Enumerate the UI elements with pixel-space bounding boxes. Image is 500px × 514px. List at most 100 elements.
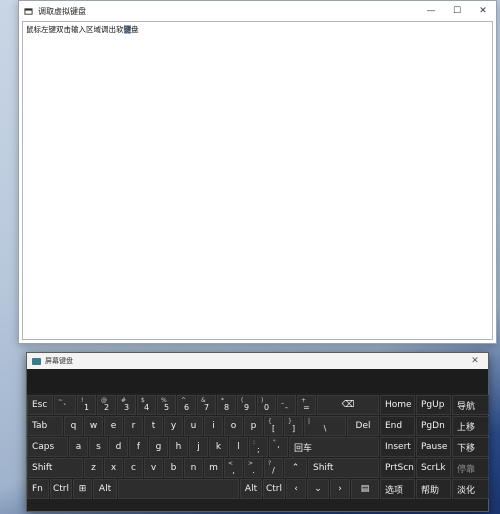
key-4[interactable]: $4 [137, 395, 156, 415]
key-insert[interactable]: Insert [380, 437, 415, 457]
key-fade[interactable]: 淡化 [452, 479, 489, 499]
key-alt-left[interactable]: Alt [93, 479, 117, 499]
key-up[interactable]: ⌃ [284, 458, 307, 478]
key-5[interactable]: % 5 [157, 395, 176, 415]
key-move-up[interactable]: 上移 [452, 416, 489, 436]
key-label: j [197, 442, 200, 452]
key-label: 8 [223, 403, 230, 412]
key-end[interactable]: End [380, 416, 415, 436]
key-nav[interactable]: 导航 [452, 395, 489, 415]
key-p[interactable]: p [244, 416, 263, 436]
key-u[interactable]: u [184, 416, 203, 436]
key-2[interactable]: @2 [97, 395, 116, 415]
key-h[interactable]: h [169, 437, 188, 457]
key-7[interactable]: & 7 [197, 395, 216, 415]
key-backtick[interactable]: ~ ` [54, 395, 76, 415]
key-label: 0 [263, 403, 270, 412]
key-move-down[interactable]: 下移 [452, 437, 489, 457]
key-label: Del [355, 421, 371, 431]
key-prtscn[interactable]: PrtScn [380, 458, 415, 478]
key-label: Esc [32, 400, 48, 410]
key-e[interactable]: e [104, 416, 123, 436]
key-l[interactable]: l [229, 437, 248, 457]
minimize-button[interactable]: — [418, 6, 444, 16]
key-1[interactable]: ! 1 [77, 395, 96, 415]
close-button[interactable]: ✕ [470, 6, 496, 16]
key-right[interactable]: › [330, 479, 350, 499]
key-home[interactable]: Home [380, 395, 415, 415]
text-input-area[interactable]: 鼠标左键双击输入区域调出软键盘 [22, 21, 493, 340]
key-x[interactable]: x [104, 458, 123, 478]
key-label: 下移 [457, 443, 476, 454]
key-slash[interactable]: ? / [264, 458, 283, 478]
key-q[interactable]: q [64, 416, 83, 436]
key-menu[interactable]: ▤ [351, 479, 379, 499]
key-equal[interactable]: + = [297, 395, 316, 415]
key-ctrl-left[interactable]: Ctrl [50, 479, 72, 499]
key-scrlk[interactable]: ScrLk [416, 458, 451, 478]
key-fn[interactable]: Fn [27, 479, 49, 499]
key-8[interactable]: * 8 [217, 395, 236, 415]
key-d[interactable]: d [109, 437, 128, 457]
key-period[interactable]: >. [244, 458, 263, 478]
key-backspace[interactable]: ⌫ [317, 395, 379, 415]
key-minus[interactable]: _ - [277, 395, 296, 415]
key-c[interactable]: c [124, 458, 143, 478]
key-caps[interactable]: Caps [27, 437, 68, 457]
osk-titlebar: 屏幕键盘 ✕ [27, 353, 488, 369]
key-shift-right[interactable]: Shift [308, 458, 379, 478]
window-controls: — ☐ ✕ [418, 6, 496, 16]
key-del[interactable]: Del [347, 416, 379, 436]
key-ctrl-right[interactable]: Ctrl [263, 479, 285, 499]
key-w[interactable]: w [84, 416, 103, 436]
key-label: z [91, 463, 96, 473]
key-pgup[interactable]: PgUp [416, 395, 451, 415]
maximize-button[interactable]: ☐ [444, 6, 470, 16]
key-3[interactable]: #3 [117, 395, 136, 415]
key-f[interactable]: f [129, 437, 148, 457]
key-b[interactable]: b [164, 458, 183, 478]
key-k[interactable]: k [209, 437, 228, 457]
key-pause[interactable]: Pause [416, 437, 451, 457]
key-y[interactable]: y [164, 416, 183, 436]
key-help[interactable]: 帮助 [416, 479, 451, 499]
key-alt-right[interactable]: Alt [240, 479, 262, 499]
key-6[interactable]: ^ 6 [177, 395, 196, 415]
key-quote[interactable]: " ' [269, 437, 288, 457]
key-v[interactable]: v [144, 458, 163, 478]
key-a[interactable]: a [69, 437, 88, 457]
key-down[interactable]: ⌄ [307, 479, 329, 499]
key-r[interactable]: r [124, 416, 143, 436]
key-enter[interactable]: 回车 [289, 437, 379, 457]
key-pgdn[interactable]: PgDn [416, 416, 451, 436]
key-z[interactable]: z [84, 458, 103, 478]
key-s[interactable]: s [89, 437, 108, 457]
key-m[interactable]: m [204, 458, 223, 478]
key-j[interactable]: j [189, 437, 208, 457]
key-9[interactable]: (9 [237, 395, 256, 415]
key-tab[interactable]: Tab [27, 416, 63, 436]
key-label: m [209, 463, 218, 473]
app-title: 调取虚拟键盘 [38, 6, 86, 16]
key-win[interactable]: ⊞ [73, 479, 92, 499]
key-label: [ [271, 424, 276, 433]
key-left[interactable]: ‹ [286, 479, 306, 499]
key-o[interactable]: o [224, 416, 243, 436]
key-space[interactable] [118, 479, 239, 499]
key-n[interactable]: n [184, 458, 203, 478]
key-t[interactable]: t [144, 416, 163, 436]
key-label: Alt [98, 484, 112, 494]
key-dock[interactable]: 停靠 [452, 458, 489, 478]
key-esc[interactable]: Esc [27, 395, 53, 415]
key-i[interactable]: i [204, 416, 223, 436]
key-options[interactable]: 选项 [380, 479, 415, 499]
key-g[interactable]: g [149, 437, 168, 457]
key-0[interactable]: ) 0 [257, 395, 276, 415]
key-semicolon[interactable]: :; [249, 437, 268, 457]
osk-close-button[interactable]: ✕ [462, 356, 488, 366]
key-shift-left[interactable]: Shift [27, 458, 83, 478]
key-backslash[interactable]: | \ [304, 416, 346, 436]
key-comma[interactable]: <, [224, 458, 243, 478]
key-lbracket[interactable]: {[ [264, 416, 283, 436]
key-rbracket[interactable]: }] [284, 416, 303, 436]
